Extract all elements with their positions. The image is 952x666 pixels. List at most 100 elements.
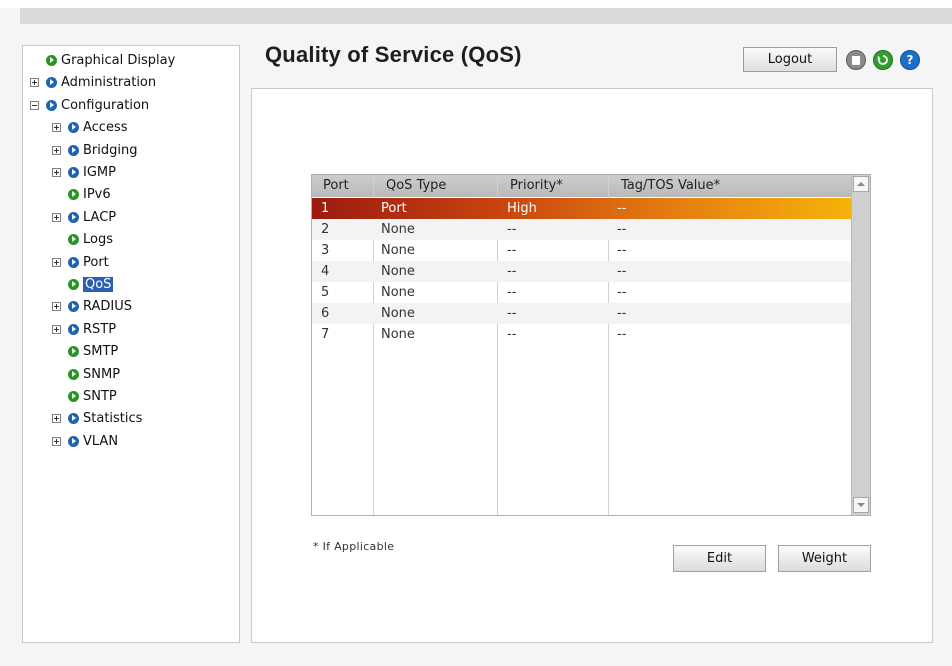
edit-button[interactable]: Edit [673,545,766,572]
nav-item-administration[interactable]: Administration [30,72,156,92]
expand-icon[interactable] [52,145,61,155]
nav-item-graphical-display[interactable]: Graphical Display [30,50,175,70]
folder-node-icon [68,300,79,312]
folder-node-icon [68,323,79,335]
refresh-icon[interactable] [873,50,893,70]
nav-item-igmp[interactable]: IGMP [52,162,116,182]
scroll-up-button[interactable] [853,176,869,192]
nav-item-label: RSTP [83,321,117,337]
help-icon[interactable]: ? [900,50,920,70]
table-row[interactable]: 2 None -- -- [312,219,852,240]
table-row[interactable]: 3 None -- -- [312,240,852,261]
nav-item-vlan[interactable]: VLAN [52,431,118,451]
nav-item-label: Logs [83,231,113,247]
footnote: * If Applicable [313,540,395,553]
nav-item-logs[interactable]: Logs [52,229,113,249]
page-node-icon [68,278,79,290]
nav-item-label: SNTP [83,388,117,404]
nav-item-label: Statistics [83,410,143,426]
page-title: Quality of Service (QoS) [265,42,522,67]
table-cell: -- [617,243,627,258]
column-header-priority[interactable]: Priority* [510,175,563,197]
nav-item-label: SNMP [83,366,121,382]
table-cell: None [381,243,415,258]
weight-button[interactable]: Weight [778,545,871,572]
table-cell: -- [617,201,627,216]
page-node-icon [68,390,79,402]
scroll-down-button[interactable] [853,497,869,513]
table-cell: -- [617,222,627,237]
table-row[interactable]: 6 None -- -- [312,303,852,324]
nav-item-qos[interactable]: QoS [52,274,114,294]
save-icon[interactable] [846,50,866,70]
nav-item-statistics[interactable]: Statistics [52,408,142,428]
nav-item-port[interactable]: Port [52,252,109,272]
chevron-down-icon [857,503,865,507]
nav-item-label: Port [83,254,109,270]
column-header-tag-tos-value[interactable]: Tag/TOS Value* [621,175,720,197]
table-cell: -- [507,327,517,342]
nav-item-label: SMTP [83,343,119,359]
nav-item-rstp[interactable]: RSTP [52,319,116,339]
table-header: Port QoS Type Priority* Tag/TOS Value* [312,175,852,197]
column-header-qos-type[interactable]: QoS Type [386,175,446,197]
folder-node-icon [68,435,79,447]
expand-icon[interactable] [52,257,61,267]
expand-icon[interactable] [52,212,61,222]
expand-icon[interactable] [52,167,61,177]
table-cell: 4 [321,264,330,279]
header-bar [20,8,952,24]
nav-item-lacp[interactable]: LACP [52,207,116,227]
nav-item-label: RADIUS [83,298,133,314]
table-cell: Port [381,201,407,216]
folder-node-icon [68,256,79,268]
nav-item-label: VLAN [83,433,119,449]
table-cell: 6 [321,306,330,321]
table-row[interactable]: 7 None -- -- [312,324,852,345]
table-cell: 5 [321,285,330,300]
page-node-icon [46,54,57,66]
table-cell: -- [507,264,517,279]
column-header-port[interactable]: Port [323,175,349,197]
table-cell: None [381,285,415,300]
nav-item-label: Configuration [61,97,150,113]
collapse-icon[interactable] [30,100,39,110]
table-row[interactable]: 5 None -- -- [312,282,852,303]
table-cell: -- [617,306,627,321]
expand-icon[interactable] [52,301,61,311]
nav-item-sntp[interactable]: SNTP [52,386,117,406]
expand-icon[interactable] [52,122,61,132]
table-cell: 3 [321,243,330,258]
table-row[interactable]: 1 Port High -- [312,198,852,219]
nav-item-label: IPv6 [83,186,111,202]
vertical-scrollbar[interactable] [851,175,870,515]
nav-item-ipv6[interactable]: IPv6 [52,184,111,204]
expand-icon[interactable] [30,77,39,87]
table-cell: High [507,201,537,216]
nav-item-label: Bridging [83,142,138,158]
nav-item-snmp[interactable]: SNMP [52,364,120,384]
page-node-icon [68,368,79,380]
folder-node-icon [68,166,79,178]
nav-item-configuration[interactable]: Configuration [30,95,149,115]
table-row[interactable]: 4 None -- -- [312,261,852,282]
logout-button[interactable]: Logout [743,47,837,72]
table-cell: -- [617,327,627,342]
nav-item-smtp[interactable]: SMTP [52,341,118,361]
nav-item-radius[interactable]: RADIUS [52,296,132,316]
expand-icon[interactable] [52,324,61,334]
nav-item-label: Access [83,119,128,135]
top-strip [0,0,952,8]
table-cell: -- [617,264,627,279]
folder-node-icon [68,121,79,133]
nav-item-label: Graphical Display [61,52,176,68]
page-node-icon [68,188,79,200]
chevron-up-icon [857,182,865,186]
nav-item-access[interactable]: Access [52,117,128,137]
nav-item-label: LACP [83,209,117,225]
qos-table: Port QoS Type Priority* Tag/TOS Value* 1… [311,174,871,516]
expand-icon[interactable] [52,413,61,423]
expand-icon[interactable] [52,436,61,446]
table-cell: None [381,264,415,279]
nav-item-bridging[interactable]: Bridging [52,140,137,160]
